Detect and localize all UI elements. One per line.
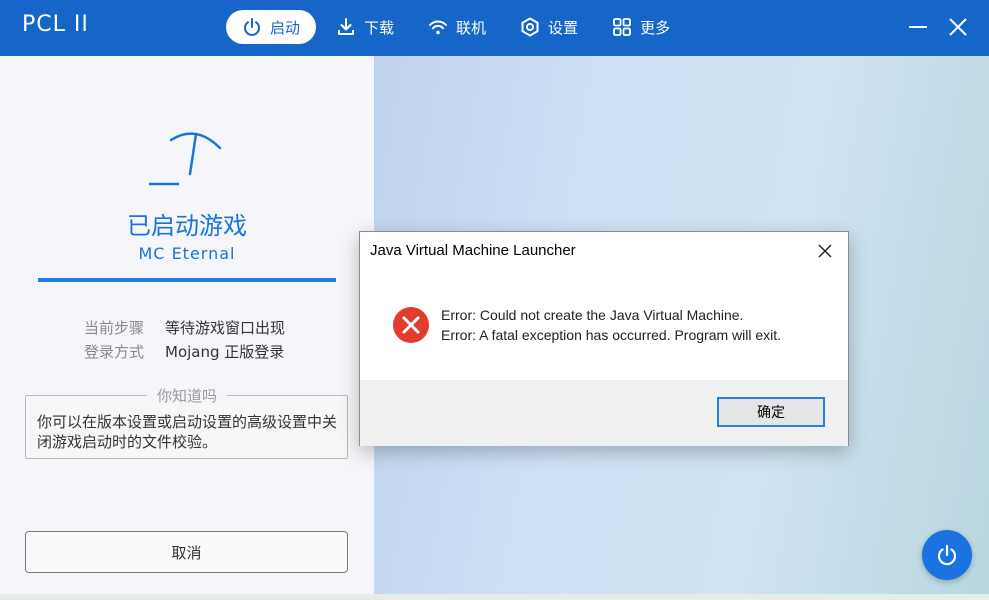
grid-icon [613, 18, 631, 36]
app-brand: PCL II [22, 12, 89, 37]
ok-button[interactable]: 确定 [717, 397, 825, 427]
close-icon[interactable] [816, 242, 834, 260]
download-icon [338, 18, 355, 35]
nav-tab-label: 更多 [640, 18, 671, 37]
gear-icon [521, 17, 539, 37]
main-nav: 启动 下载 联机 设置 更多 [226, 10, 690, 44]
error-dialog: Java Virtual Machine Launcher Error: Cou… [359, 231, 849, 446]
launch-fab-button[interactable] [922, 530, 972, 580]
launch-panel: 已启动游戏 MC Eternal 当前步骤 等待游戏窗口出现 登录方式 Moja… [0, 56, 374, 600]
launch-progress-bar [38, 278, 336, 282]
step-label: 当前步骤 [84, 319, 145, 337]
cancel-button[interactable]: 取消 [25, 531, 348, 573]
pickaxe-icon [149, 132, 222, 186]
tip-title-text: 你知道吗 [146, 387, 227, 405]
dialog-footer: 确定 [360, 380, 848, 446]
nav-tab-download[interactable]: 下载 [322, 10, 408, 44]
minimize-icon[interactable] [906, 15, 930, 39]
launch-status: 已启动游戏 [127, 212, 247, 240]
nav-tab-settings[interactable]: 设置 [506, 10, 592, 44]
step-value: 等待游戏窗口出现 [165, 319, 286, 337]
dialog-title: Java Virtual Machine Launcher [370, 242, 576, 259]
login-value: Mojang 正版登录 [165, 343, 285, 361]
title-bar: PCL II 启动 下载 联机 设置 更多 [0, 0, 989, 56]
close-icon[interactable] [946, 15, 970, 39]
nav-tab-launch[interactable]: 启动 [226, 10, 317, 44]
nav-tab-label: 设置 [548, 18, 579, 37]
nav-tab-multiplayer[interactable]: 联机 [414, 10, 500, 44]
tip-text: 你可以在版本设置或启动设置的高级设置中关闭游戏启动时的文件校验。 [37, 413, 338, 451]
nav-tab-label: 启动 [270, 18, 301, 37]
power-icon [244, 18, 260, 36]
error-message-line-2: Error: A fatal exception has occurred. P… [441, 327, 782, 343]
taskbar-edge [0, 594, 989, 600]
login-label: 登录方式 [84, 343, 145, 361]
error-message-line-1: Error: Could not create the Java Virtual… [441, 307, 744, 323]
tip-title: 你知道吗 [0, 385, 374, 406]
nav-tab-label: 下载 [364, 18, 395, 37]
version-name: MC Eternal [138, 244, 236, 263]
nav-tab-more[interactable]: 更多 [598, 10, 684, 44]
power-icon [937, 544, 957, 566]
nav-tab-label: 联机 [456, 18, 487, 37]
wifi-icon [429, 20, 448, 35]
error-icon [393, 307, 429, 343]
